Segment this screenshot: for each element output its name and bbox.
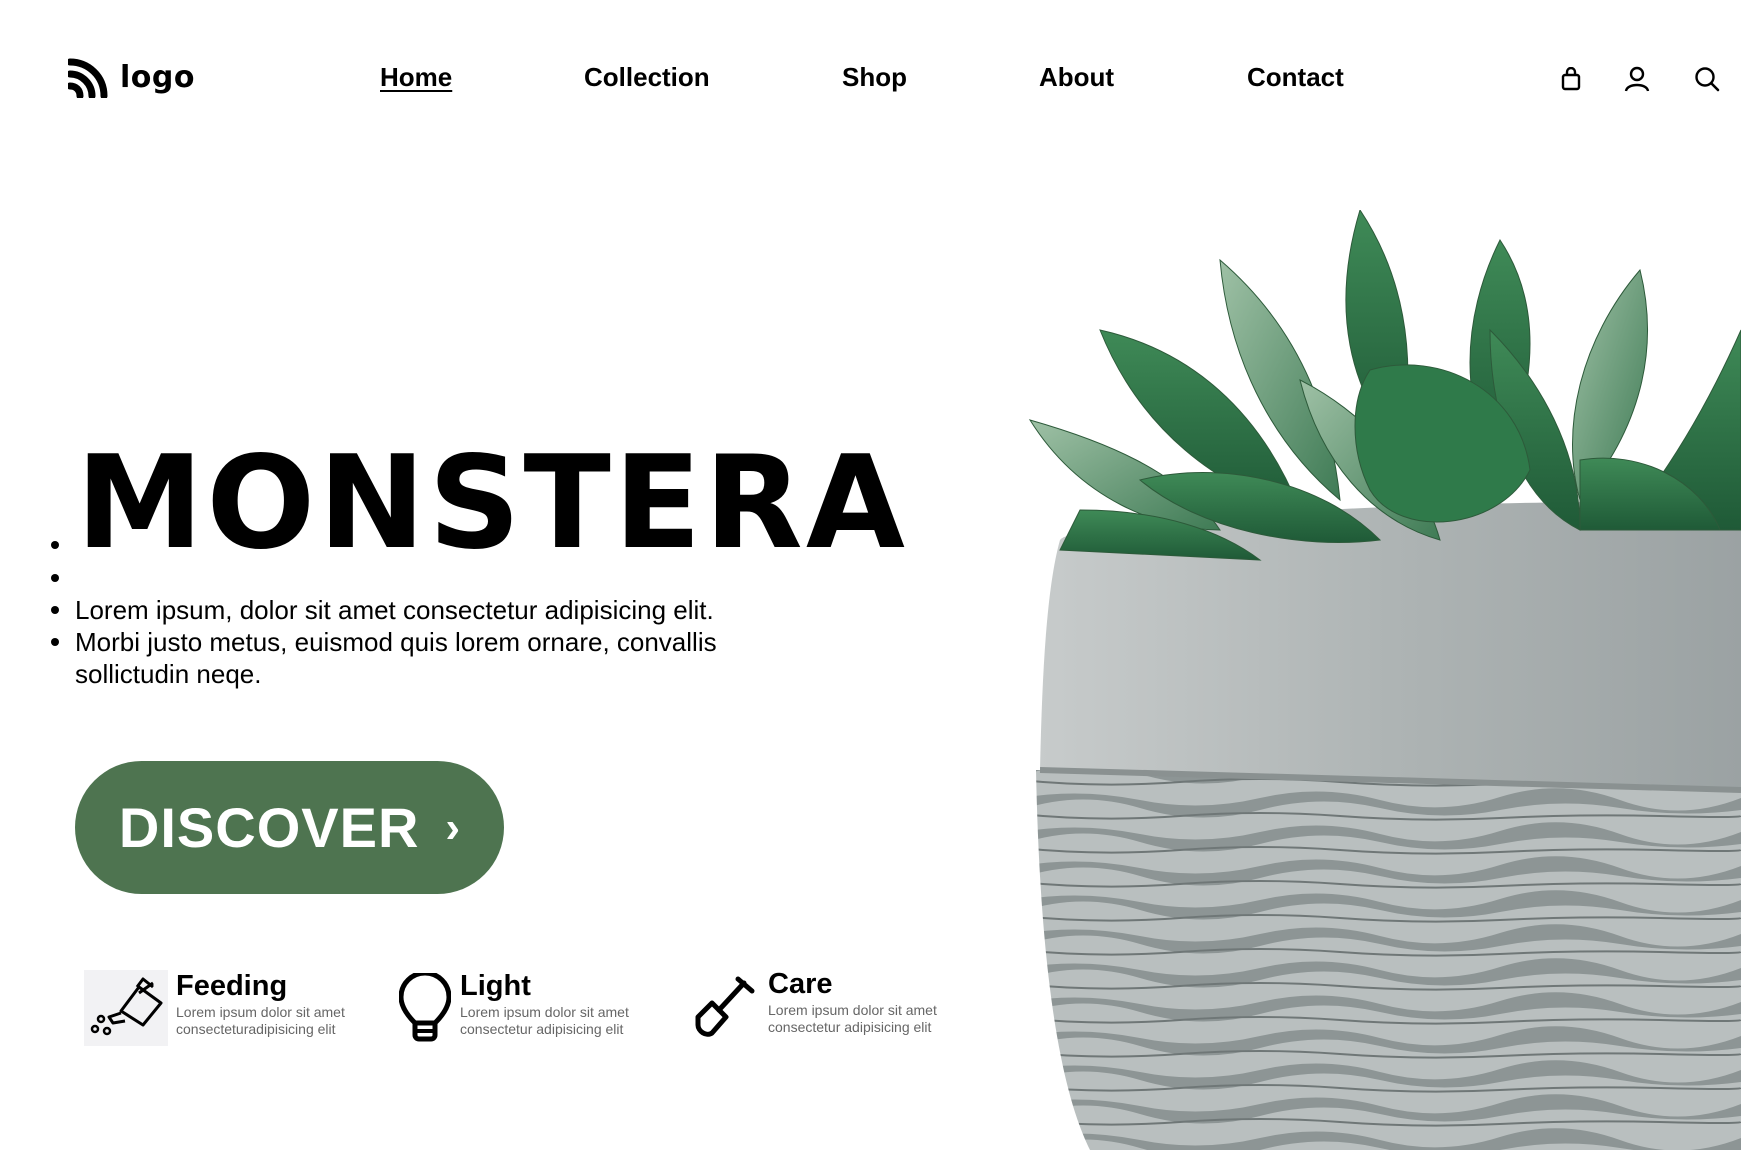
header: logo Home Collection Shop About Contact (0, 0, 1741, 160)
list-bullet (51, 638, 59, 646)
chevron-right-icon: › (445, 802, 461, 852)
feature-care: Care Lorem ipsum dolor sit amet consecte… (694, 968, 937, 1044)
feature-desc-line-2: consectetur adipisicing elit (460, 1021, 624, 1037)
hero-description-line-1: Lorem ipsum, dolor sit amet consectetur … (75, 595, 714, 625)
hero-description-line-2: Morbi justo metus, euismod quis lorem or… (75, 627, 717, 689)
feature-desc-line-1: Lorem ipsum dolor sit amet (460, 1004, 629, 1020)
discover-button[interactable]: DISCOVER › (75, 761, 504, 894)
shovel-icon (694, 968, 760, 1044)
shopping-bag-icon[interactable] (1556, 64, 1586, 94)
list-bullet (51, 541, 59, 549)
logo-icon (68, 58, 108, 98)
feature-title: Light (460, 970, 531, 1002)
list-bullet (51, 606, 59, 614)
feature-title: Care (768, 968, 833, 1000)
succulent-pot-image (1028, 210, 1741, 1150)
nav-about[interactable]: About (1039, 62, 1114, 93)
feature-title: Feeding (176, 970, 288, 1002)
nav-collection[interactable]: Collection (584, 62, 710, 93)
feature-desc-line-2: consectetur adipisicing elit (768, 1019, 932, 1035)
nav-contact[interactable]: Contact (1247, 62, 1344, 93)
list-bullet (51, 574, 59, 582)
search-icon[interactable] (1692, 64, 1722, 94)
logo[interactable]: logo (68, 56, 195, 98)
logo-text: logo (120, 59, 195, 95)
feature-desc-line-2: consecteturadipisicing elit (176, 1021, 336, 1037)
feature-text: Feeding Lorem ipsum dolor sit amet conse… (176, 970, 345, 1038)
feature-feeding: Feeding Lorem ipsum dolor sit amet conse… (84, 970, 345, 1046)
feature-desc-line-1: Lorem ipsum dolor sit amet (768, 1002, 937, 1018)
discover-label: DISCOVER (118, 796, 420, 859)
feature-text: Care Lorem ipsum dolor sit amet consecte… (768, 968, 937, 1036)
nav-home[interactable]: Home (380, 62, 452, 93)
feature-text: Light Lorem ipsum dolor sit amet consect… (460, 970, 629, 1038)
user-icon[interactable] (1622, 64, 1652, 94)
hero-title: MONSTERA (76, 429, 908, 578)
nav-shop[interactable]: Shop (842, 62, 907, 93)
feature-desc-line-1: Lorem ipsum dolor sit amet (176, 1004, 345, 1020)
light-bulb-icon (398, 970, 452, 1046)
feature-light: Light Lorem ipsum dolor sit amet consect… (398, 970, 629, 1046)
watering-can-icon (84, 970, 168, 1046)
